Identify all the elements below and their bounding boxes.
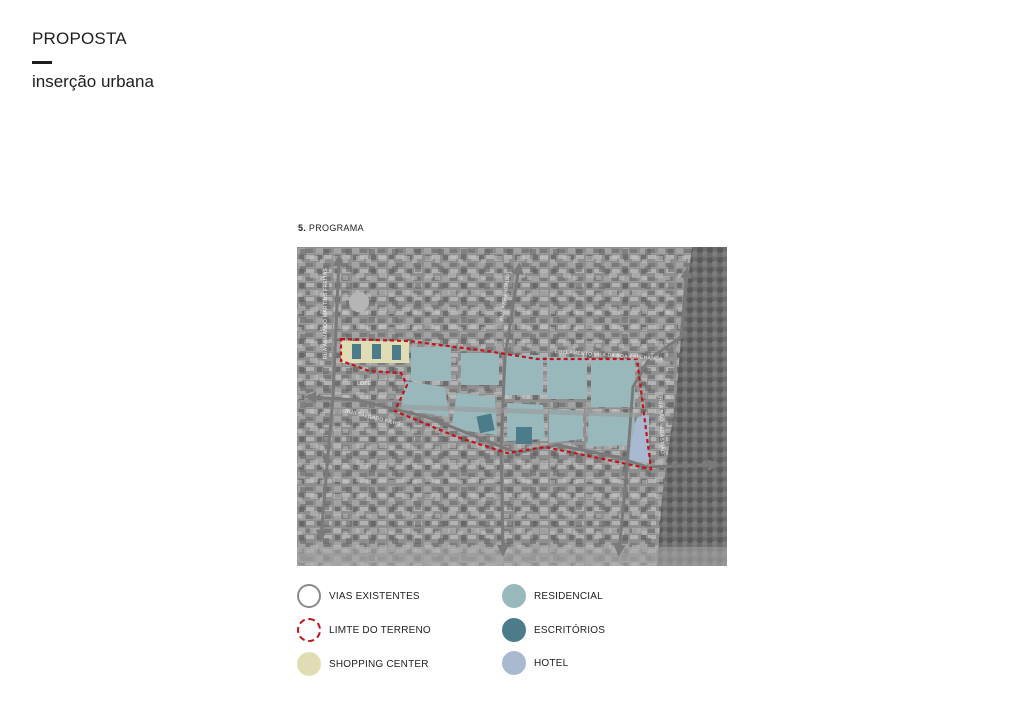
legend-hotel-label: HOTEL	[534, 657, 569, 669]
legend-residencial: RESIDENCIAL	[502, 584, 603, 608]
legend-residencial-label: RESIDENCIAL	[534, 590, 603, 602]
legend-shopping-label: SHOPPING CENTER	[329, 658, 429, 670]
legend-escritorios-label: ESCRITÓRIOS	[534, 624, 606, 636]
escritorios-swatch-icon	[502, 618, 526, 642]
street-label-west: RUA ARMANDO MARTINS FREITAS	[323, 268, 329, 359]
legend-shopping: SHOPPING CENTER	[297, 652, 429, 676]
page-subtitle: inserção urbana	[32, 72, 154, 91]
legend-limite-label: LIMTE DO TERRENO	[329, 624, 431, 636]
street-label-lote: LOTE	[357, 381, 372, 387]
legend-hotel: HOTEL	[502, 651, 568, 675]
residencial-swatch-icon	[502, 584, 526, 608]
limite-swatch-icon	[297, 618, 321, 642]
legend-escritorios: ESCRITÓRIOS	[502, 618, 605, 642]
legend-vias-label: VIAS EXISTENTES	[329, 590, 420, 602]
shopping-swatch-icon	[297, 652, 321, 676]
title-divider	[32, 61, 52, 64]
site-plan-map: RUA ARMANDO MARTINS FREITAS RUA ARRANCAD…	[297, 247, 727, 566]
page-title: PROPOSTA	[32, 29, 127, 48]
hotel-swatch-icon	[502, 651, 526, 675]
section-heading: 5. PROGRAMA	[298, 223, 364, 233]
section-number: 5.	[298, 223, 307, 233]
vias-swatch-icon	[297, 584, 321, 608]
legend-limite: LIMTE DO TERRENO	[297, 618, 431, 642]
legend-vias: VIAS EXISTENTES	[297, 584, 420, 608]
section-label: PROGRAMA	[308, 223, 364, 233]
